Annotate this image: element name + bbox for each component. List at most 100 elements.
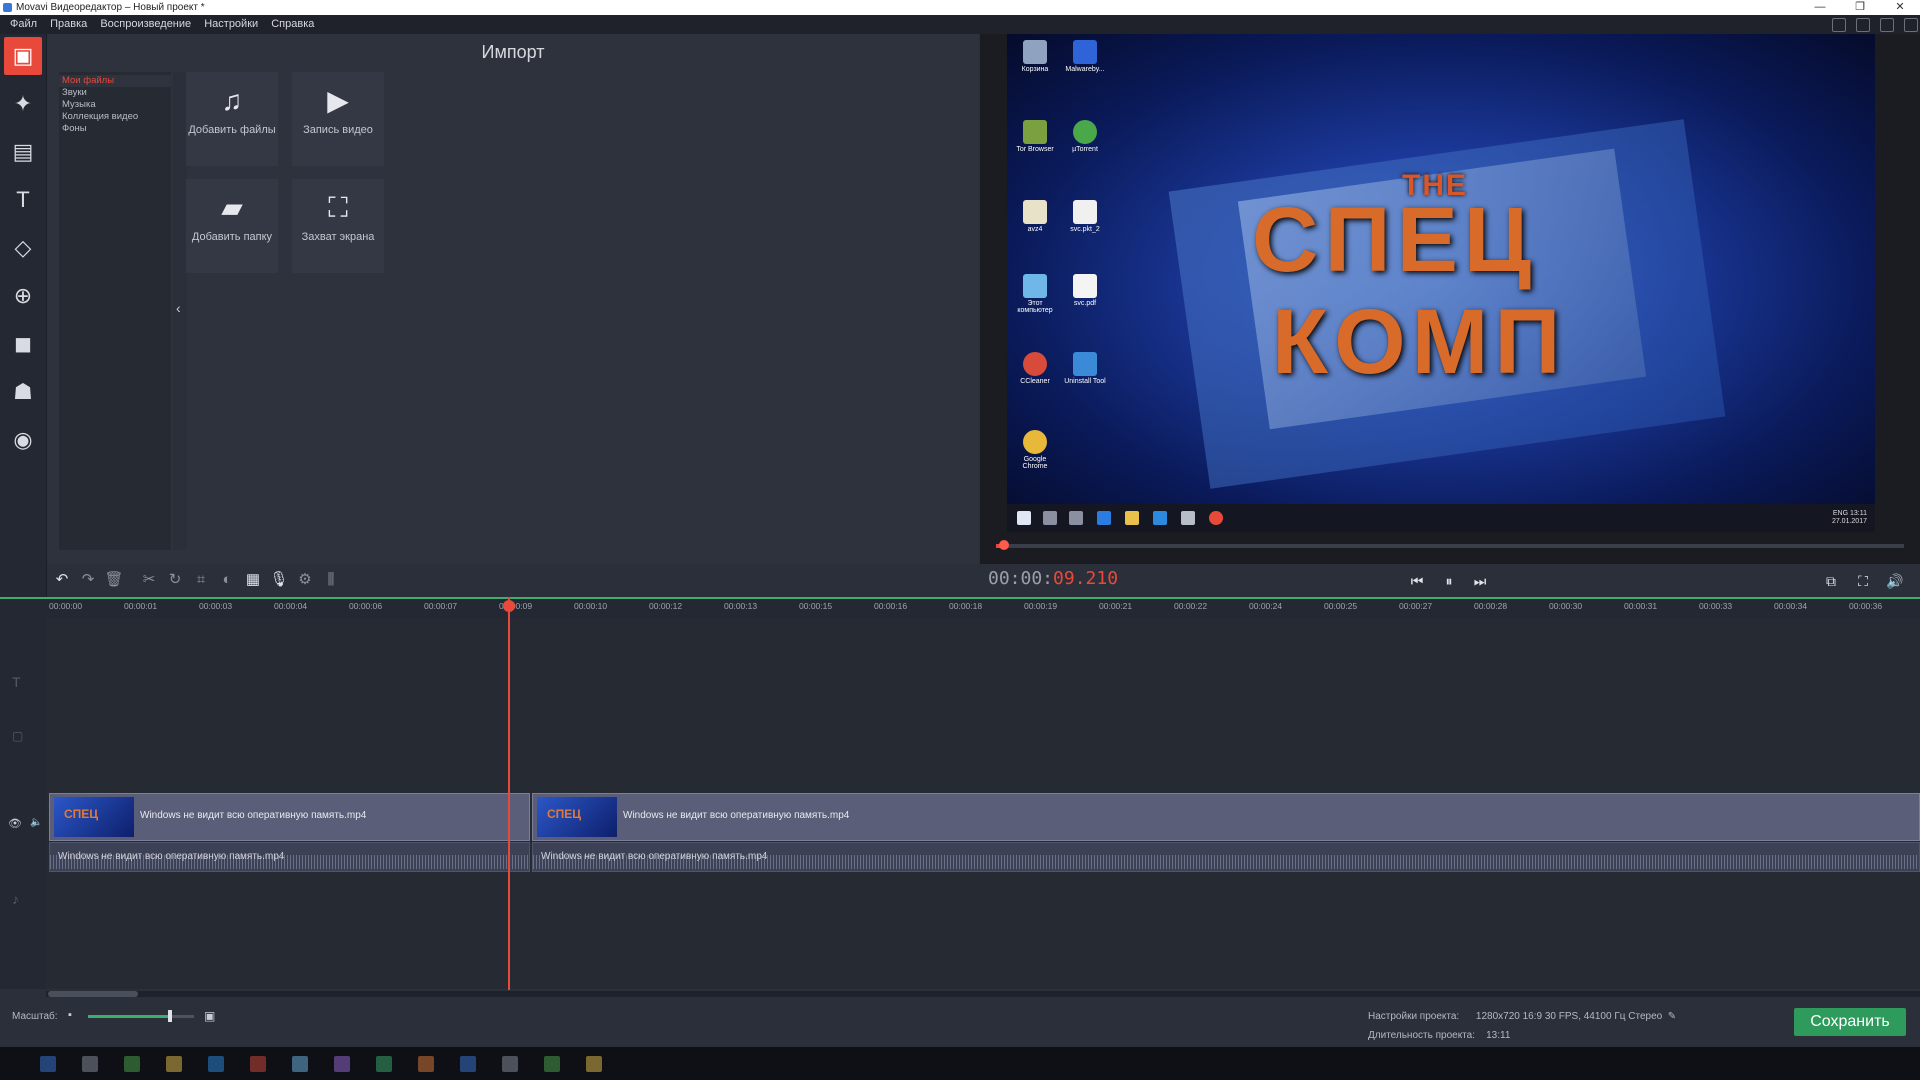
popout-icon[interactable]: ⧉ [1820, 570, 1842, 592]
fullscreen-icon[interactable]: ⛶ [1852, 570, 1874, 592]
volume-icon[interactable]: 🔊 [1884, 570, 1906, 592]
zoom-slider-handle[interactable] [168, 1010, 172, 1022]
video-clip-label: Windows не видит всю оперативную память.… [623, 810, 850, 821]
menu-edit[interactable]: Правка [50, 15, 87, 34]
zoom-out-icon[interactable]: ▪ [68, 1009, 72, 1021]
timecode-current: 09.210 [1053, 568, 1119, 589]
zoom-tool-icon[interactable]: ⊕ [4, 277, 42, 315]
stabilization-tool-icon[interactable]: ◉ [4, 421, 42, 459]
desktop-icon: avz4 [1011, 200, 1059, 233]
redo-icon[interactable]: ↷ [77, 569, 99, 591]
window-mode-icon[interactable] [1904, 18, 1918, 32]
undo-icon[interactable]: ↶ [51, 569, 73, 591]
playhead[interactable] [508, 597, 510, 990]
play-pause-icon[interactable]: ⏸ [1438, 570, 1460, 592]
windows-taskbar [0, 1047, 1920, 1080]
rotate-icon[interactable]: ↻ [164, 569, 186, 591]
zoom-slider[interactable] [88, 1010, 194, 1022]
cut-icon[interactable]: ✂ [138, 569, 160, 591]
add-folder-button[interactable]: ▰ Добавить папку [186, 179, 278, 273]
category-video-collection[interactable]: Коллекция видео [59, 111, 171, 123]
minimize-button[interactable]: — [1800, 0, 1840, 15]
taskbar-app-icon[interactable] [586, 1056, 602, 1072]
filters-tool-icon[interactable]: ✦ [4, 85, 42, 123]
taskbar-app-icon[interactable] [334, 1056, 350, 1072]
crop-icon[interactable]: ⌗ [190, 569, 212, 591]
settings-gear-icon[interactable]: ⚙ [294, 569, 316, 591]
visibility-eye-icon[interactable]: 👁 [8, 817, 22, 830]
add-files-icon: ♫ [221, 85, 243, 116]
category-backgrounds[interactable]: Фоны [59, 123, 171, 135]
audio-clip[interactable]: Windows не видит всю оперативную память.… [532, 842, 1920, 872]
color-adjust-icon[interactable]: ◐ [216, 569, 238, 591]
next-frame-icon[interactable]: ⏭ [1469, 570, 1491, 592]
video-preview[interactable]: THE СПЕЦ КОМП Корзина Malwareby... Tor B… [1007, 34, 1875, 532]
taskbar-app-icon[interactable] [208, 1056, 224, 1072]
screen-capture-button[interactable]: ⛶ Захват экрана [292, 179, 384, 273]
category-music[interactable]: Музыка [59, 99, 171, 111]
category-my-files[interactable]: Мои файлы [59, 75, 171, 87]
video-clip[interactable]: СПЕЦ Windows не видит всю оперативную па… [532, 793, 1920, 841]
user-icon[interactable] [1856, 18, 1870, 32]
taskbar-app-icon[interactable] [376, 1056, 392, 1072]
title-bar: Movavi Видеоредактор – Новый проект * — … [0, 0, 1920, 15]
zoom-slider-fill [88, 1015, 170, 1018]
menu-file[interactable]: Файл [10, 15, 37, 34]
seek-handle[interactable] [999, 540, 1009, 550]
track-headers: T ▢ 👁 🔈 ♪ [0, 619, 46, 989]
add-folder-label: Добавить папку [191, 231, 273, 243]
record-video-button[interactable]: ▶ Запись видео [292, 72, 384, 166]
taskbar-app-icon[interactable] [250, 1056, 266, 1072]
zoom-in-icon[interactable]: ▣ [204, 1009, 215, 1023]
close-button[interactable]: ✕ [1880, 0, 1920, 15]
microphone-icon[interactable]: 🎙 [268, 569, 290, 591]
import-tool-icon[interactable]: ▣ [4, 37, 42, 75]
category-scrollbar[interactable]: ‹ [173, 72, 187, 550]
tray-language: ENG [1832, 510, 1849, 517]
maximize-button[interactable]: ❐ [1840, 0, 1880, 15]
highlight-tool-icon[interactable]: ◼ [4, 325, 42, 363]
import-title: Импорт [481, 42, 545, 62]
taskbar-app-icon[interactable] [40, 1056, 56, 1072]
transitions-tool-icon[interactable]: ▤ [4, 133, 42, 171]
taskbar-app-icon[interactable] [292, 1056, 308, 1072]
category-sounds[interactable]: Звуки [59, 87, 171, 99]
track-mute-icon[interactable]: 🔈 [30, 817, 42, 828]
titles-tool-icon[interactable]: T [4, 181, 42, 219]
add-files-button[interactable]: ♫ Добавить файлы [186, 72, 278, 166]
taskbar-app-icon[interactable] [166, 1056, 182, 1072]
previous-frame-icon[interactable]: ⏮ [1406, 570, 1428, 592]
edit-toolbar: ↶ ↷ 🗑 ✂ ↻ ⌗ ◐ ▦ 🎙 ⚙ ⫼ [47, 564, 979, 596]
project-duration: Длительность проекта: 13:11 [1368, 1030, 1511, 1041]
audio-clip[interactable]: Windows не видит всю оперативную память.… [49, 842, 530, 872]
add-files-label: Добавить файлы [188, 124, 276, 136]
save-button[interactable]: Сохранить [1794, 1008, 1906, 1036]
taskbar-app-icon[interactable] [502, 1056, 518, 1072]
taskbar-app-icon[interactable] [124, 1056, 140, 1072]
taskbar-app-icon[interactable] [460, 1056, 476, 1072]
edit-pencil-icon[interactable]: ✎ [1668, 1011, 1676, 1022]
export-icon[interactable] [1832, 18, 1846, 32]
taskbar-app-icon[interactable] [544, 1056, 560, 1072]
menu-settings[interactable]: Настройки [204, 15, 258, 34]
layout-icon[interactable] [1880, 18, 1894, 32]
menu-help[interactable]: Справка [271, 15, 314, 34]
edge-icon [1097, 511, 1111, 525]
import-panel: Импорт Мои файлы Звуки Музыка Коллекция … [47, 34, 979, 564]
equalizer-icon[interactable]: ⫼ [320, 569, 342, 591]
image-icon[interactable]: ▦ [242, 569, 264, 591]
playhead-handle[interactable] [503, 600, 515, 612]
seek-bar[interactable] [996, 540, 1904, 550]
menu-bar: Файл Правка Воспроизведение Настройки Сп… [0, 15, 1920, 34]
tray-time: 13:11 [1850, 510, 1867, 517]
delete-icon[interactable]: 🗑 [103, 569, 125, 591]
collapse-panel-icon[interactable]: ‹ [176, 300, 181, 316]
time-ruler[interactable]: 00:00:00 00:00:01 00:00:03 00:00:04 00:00:06… [46, 599, 1920, 619]
chroma-key-tool-icon[interactable]: ☗ [4, 373, 42, 411]
video-clip[interactable]: СПЕЦ Windows не видит всю оперативную па… [49, 793, 530, 841]
taskbar-app-icon[interactable] [418, 1056, 434, 1072]
taskbar-app-icon[interactable] [82, 1056, 98, 1072]
menu-playback[interactable]: Воспроизведение [100, 15, 191, 34]
record-video-icon: ▶ [327, 85, 349, 116]
stickers-tool-icon[interactable]: ◇ [4, 229, 42, 267]
